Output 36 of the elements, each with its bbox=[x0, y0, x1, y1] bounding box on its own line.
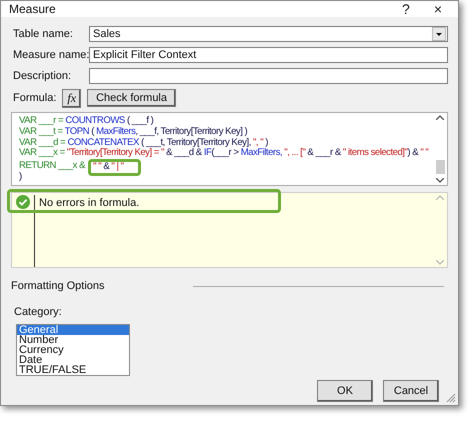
field-label: Table name: bbox=[12, 28, 74, 40]
function-button[interactable]: fx bbox=[62, 88, 82, 108]
check-icon bbox=[16, 195, 30, 209]
category-item[interactable]: Number bbox=[17, 335, 129, 345]
category-list[interactable]: General Number Currency Date TRUE/FALSE bbox=[16, 324, 130, 376]
window-title: Measure bbox=[9, 2, 57, 16]
formula-editor[interactable] bbox=[11, 112, 448, 186]
field-label: Measure name: bbox=[12, 48, 89, 60]
input-field[interactable] bbox=[89, 68, 448, 84]
close-button[interactable]: × bbox=[426, 1, 450, 17]
code-line: VAR ___t = TOPN ( MaxFilters, ___f, Territory[Territory Key] ) bbox=[19, 126, 248, 138]
scrollbar-thumb[interactable] bbox=[436, 160, 444, 174]
field-label: Formula: bbox=[12, 92, 56, 104]
code-line: " " & " | " bbox=[93, 161, 124, 172]
input-field[interactable]: Explicit Filter Context bbox=[89, 46, 448, 62]
code-line: VAR ___d = CONCATENATEX ( ___t, Territory[Territory Key], ", " ) bbox=[19, 138, 268, 148]
category-item[interactable]: Currency bbox=[17, 345, 129, 355]
scroll-up-icon[interactable] bbox=[436, 115, 444, 120]
cancel-button[interactable]: Cancel bbox=[383, 380, 439, 402]
scroll-down-icon[interactable] bbox=[436, 178, 444, 183]
ok-button[interactable]: OK bbox=[317, 380, 373, 402]
dropdown-field[interactable]: Sales bbox=[89, 26, 448, 42]
section-title: Formatting Options bbox=[11, 280, 105, 292]
code-line: VAR ___x = "Territory[Territory Key] = " & ___d & IF(___r > MaxFilters, ", ... [" & ___r & " items selected]") & " " bbox=[19, 148, 428, 160]
check-formula-button[interactable]: Check formula bbox=[87, 89, 176, 107]
category-label: Category: bbox=[14, 306, 63, 318]
category-item[interactable]: Date bbox=[17, 355, 129, 365]
category-item[interactable]: TRUE/FALSE bbox=[17, 365, 129, 375]
field-label: Description: bbox=[12, 70, 72, 82]
code-line: ) bbox=[19, 172, 22, 183]
help-button[interactable]: ? bbox=[394, 1, 418, 17]
category-item[interactable]: General bbox=[17, 325, 129, 335]
code-line: VAR ___r = COUNTROWS ( ___f ) bbox=[19, 116, 154, 127]
code-line: RETURN ___x & bbox=[19, 161, 86, 172]
resize-grip-icon[interactable] bbox=[446, 393, 456, 403]
result-message: No errors in formula. bbox=[34, 195, 433, 267]
